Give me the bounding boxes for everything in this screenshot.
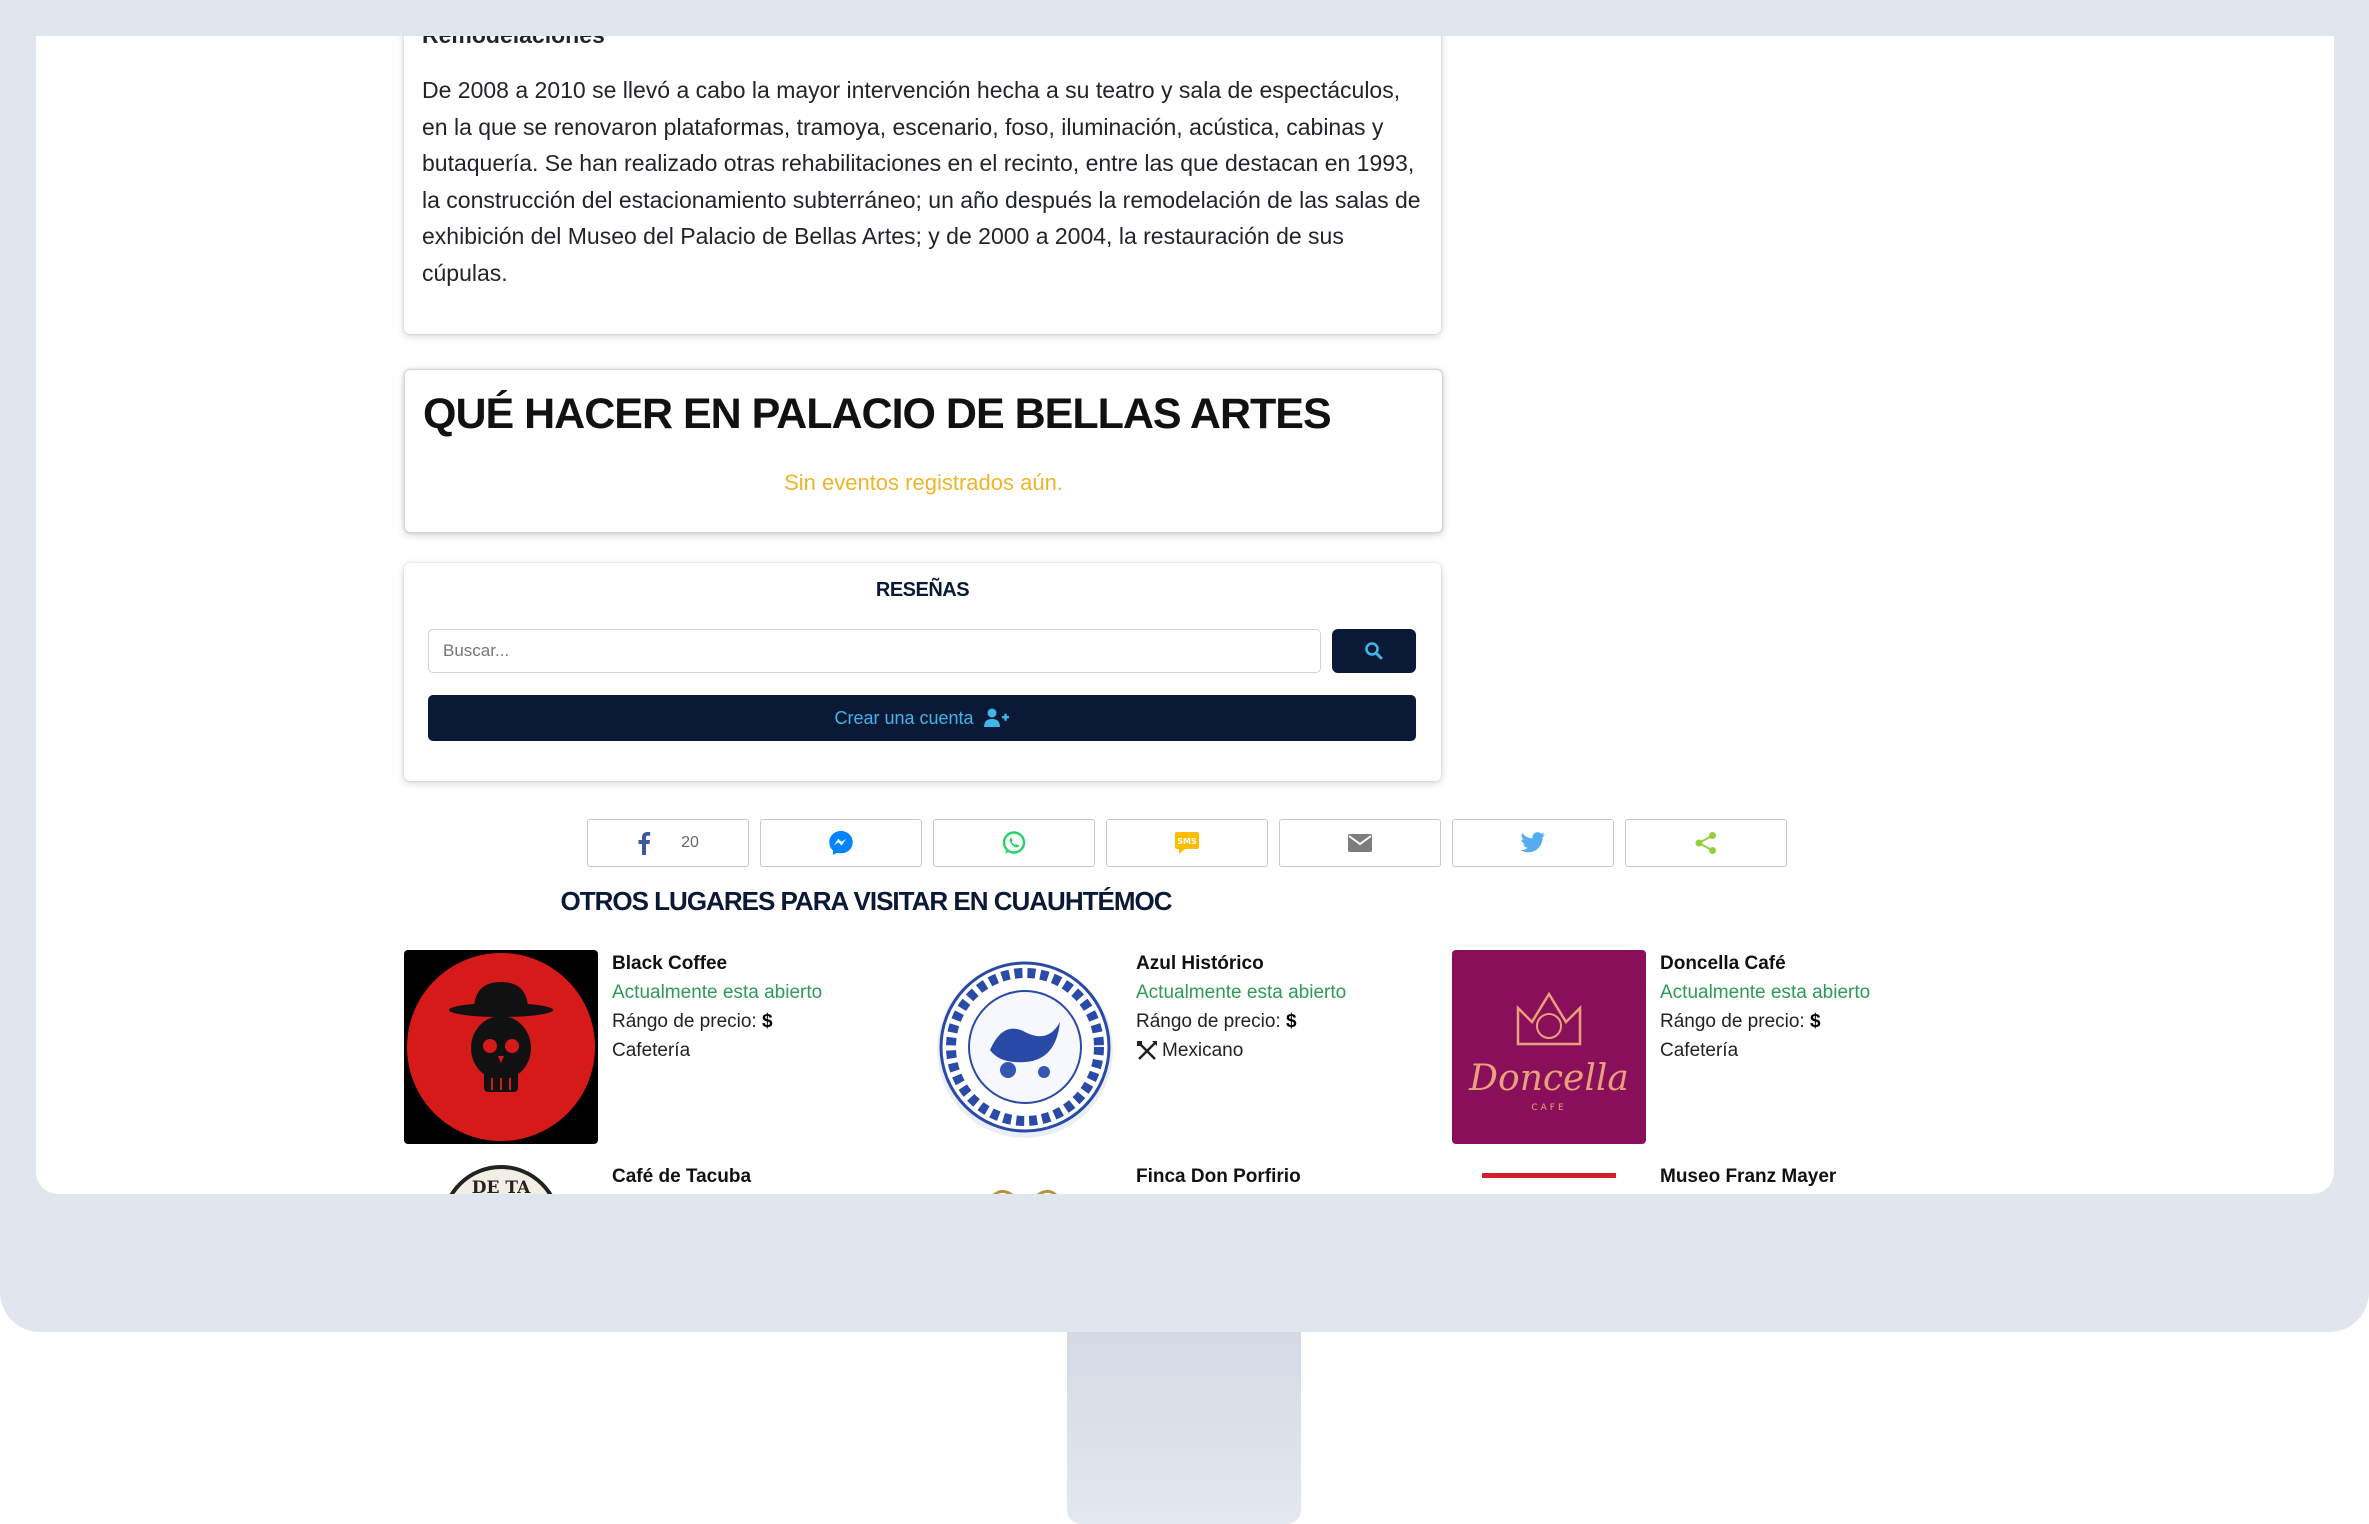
open-status: Actualmente esta abierto <box>1660 982 1871 1003</box>
other-places-title: OTROS LUGARES PARA VISITAR EN CUAUHTÉMOC <box>560 886 1173 916</box>
create-account-label: Crear una cuenta <box>834 707 974 728</box>
franz-mayer-logo-bar <box>1482 1173 1616 1178</box>
reviews-search-input[interactable] <box>428 629 1321 673</box>
place-category: Mexicano <box>1136 1036 1456 1065</box>
place-name[interactable]: Azul Histórico <box>1136 950 1456 978</box>
price-label: Rángo de precio: <box>1136 1011 1281 1032</box>
place-thumbnail[interactable]: DE TA <box>404 1163 598 1194</box>
place-info: Doncella Café Actualmente esta abierto R… <box>1660 950 1980 1065</box>
history-card: Remodelaciones De 2008 a 2010 se llevó a… <box>404 36 1441 334</box>
finca-logo-image <box>993 1189 1057 1194</box>
place-thumbnail[interactable] <box>928 950 1122 1144</box>
utensils-icon <box>1137 1040 1157 1060</box>
price-label: Rángo de precio: <box>1660 1011 1805 1032</box>
sms-share-button[interactable]: SMS <box>1106 819 1268 867</box>
place-name[interactable]: Doncella Café <box>1660 950 1980 978</box>
email-icon <box>1348 834 1372 852</box>
category-label: Cafetería <box>612 1040 691 1061</box>
price-value: $ <box>1810 1011 1821 1032</box>
sms-icon: SMS <box>1175 832 1199 854</box>
place-info: Black Coffee Actualmente esta abierto Rá… <box>612 950 932 1065</box>
search-button[interactable] <box>1332 629 1416 673</box>
email-share-button[interactable] <box>1279 819 1441 867</box>
doncella-logo-image: Doncella CAFE <box>1468 991 1629 1113</box>
place-name[interactable]: Museo Franz Mayer <box>1660 1163 1980 1191</box>
twitter-share-button[interactable] <box>1452 819 1614 867</box>
place-info: Azul Histórico Actualmente esta abierto … <box>1136 950 1456 1065</box>
open-status: Actualmente esta abierto <box>1136 982 1347 1003</box>
place-thumbnail[interactable] <box>928 1163 1122 1194</box>
place-thumbnail[interactable]: Doncella CAFE <box>1452 950 1646 1144</box>
price-value: $ <box>762 1011 773 1032</box>
more-share-button[interactable] <box>1625 819 1787 867</box>
doncella-logo-text: Doncella <box>1468 1058 1629 1099</box>
facebook-share-button[interactable]: 20 <box>587 819 749 867</box>
price-range: Rángo de precio: $ <box>1136 1007 1456 1036</box>
whatsapp-share-button[interactable] <box>933 819 1095 867</box>
place-thumbnail[interactable] <box>404 950 598 1144</box>
reviews-card: RESEÑAS Crear una cuenta <box>404 563 1441 781</box>
open-status: Actualmente esta abierto <box>612 982 823 1003</box>
doncella-logo-subtext: CAFE <box>1531 1103 1566 1113</box>
facebook-share-count: 20 <box>681 834 699 851</box>
category-label: Mexicano <box>1162 1040 1244 1061</box>
price-range: Rángo de precio: $ <box>612 1007 932 1036</box>
events-title: QUÉ HACER EN PALACIO DE BELLAS ARTES <box>423 390 1332 438</box>
facebook-icon <box>638 832 651 855</box>
tacuba-logo-text: DE TA <box>472 1178 531 1194</box>
place-name[interactable]: Black Coffee <box>612 950 932 978</box>
place-info: Café de Tacuba <box>612 1163 932 1191</box>
twitter-icon <box>1520 832 1545 853</box>
messenger-share-button[interactable] <box>760 819 922 867</box>
category-label: Cafetería <box>1660 1040 1739 1061</box>
price-label: Rángo de precio: <box>612 1011 757 1032</box>
svg-text:SMS: SMS <box>1177 837 1197 846</box>
place-category: Cafetería <box>612 1036 932 1065</box>
place-info: Finca Don Porfirio <box>1136 1163 1456 1191</box>
monitor-stand <box>1067 1332 1301 1524</box>
place-info: Museo Franz Mayer <box>1660 1163 1980 1191</box>
search-icon <box>1365 642 1383 660</box>
browser-viewport[interactable]: Remodelaciones De 2008 a 2010 se llevó a… <box>36 36 2334 1194</box>
reviews-title: RESEÑAS <box>875 579 970 601</box>
skull-logo-image <box>407 953 595 1141</box>
events-card: QUÉ HACER EN PALACIO DE BELLAS ARTES Sin… <box>404 369 1443 533</box>
user-plus-icon <box>983 708 1009 727</box>
share-icon <box>1695 832 1716 854</box>
messenger-icon <box>829 831 853 855</box>
place-category: Cafetería <box>1660 1036 1980 1065</box>
place-thumbnail[interactable] <box>1452 1163 1646 1194</box>
monitor-frame: Remodelaciones De 2008 a 2010 se llevó a… <box>0 0 2369 1332</box>
price-value: $ <box>1286 1011 1297 1032</box>
create-account-button[interactable]: Crear una cuenta <box>428 695 1416 741</box>
history-paragraph: De 2008 a 2010 se llevó a cabo la mayor … <box>422 77 1421 286</box>
blue-plate-image <box>937 961 1113 1138</box>
place-name[interactable]: Finca Don Porfirio <box>1136 1163 1456 1191</box>
section-subheading: Remodelaciones <box>422 36 605 49</box>
place-name[interactable]: Café de Tacuba <box>612 1163 932 1191</box>
whatsapp-icon <box>1002 831 1026 854</box>
price-range: Rángo de precio: $ <box>1660 1007 1980 1036</box>
cafe-de-tacuba-logo-image: DE TA <box>449 1165 553 1194</box>
no-events-message: Sin eventos registrados aún. <box>784 470 1063 495</box>
